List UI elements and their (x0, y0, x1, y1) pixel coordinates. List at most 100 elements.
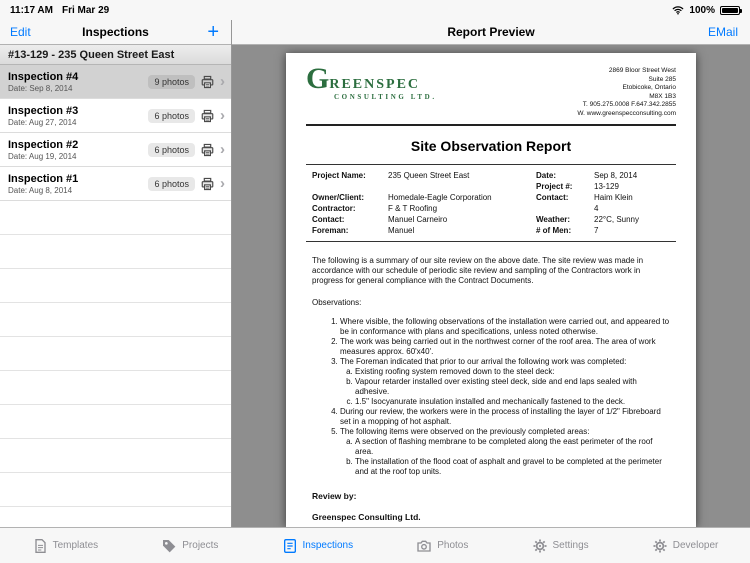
tab-developer[interactable]: Developer (652, 538, 719, 554)
header-divider (306, 124, 676, 126)
field-row: Contractor: F & T Roofing 4 (312, 203, 670, 214)
inspection-row-text: Inspection #2 Date: Aug 19, 2014 (8, 139, 148, 161)
inspection-row[interactable]: Inspection #4 Date: Sep 8, 2014 9 photos… (0, 65, 231, 99)
printer-icon[interactable] (200, 109, 215, 123)
field-value: 7 (594, 226, 599, 235)
tab-label: Settings (552, 540, 589, 551)
inspection-date: Date: Sep 8, 2014 (8, 83, 73, 93)
tab-templates[interactable]: Templates (32, 538, 99, 554)
field-label: Contact: (312, 215, 345, 224)
empty-list-row (0, 201, 231, 235)
main-split: Edit Inspections + #13-129 - 235 Queen S… (0, 20, 750, 527)
observation-subitem: A section of flashing membrane to be com… (355, 437, 670, 457)
app-screen: 11:17 AM Fri Mar 29 100% Edit Inspection… (0, 0, 750, 563)
battery-percent: 100% (689, 4, 715, 16)
company-address: 2869 Bloor Street West Suite 285 Etobicoke… (577, 67, 676, 118)
field-label: Owner/Client: (312, 193, 365, 202)
observation-sublist: Existing roofing system removed down to … (340, 367, 670, 407)
tab-bar: Templates Projects Inspections Photos Se… (0, 527, 750, 563)
document-area: G REENSPEC CONSULTING LTD. 2869 Bloor St… (232, 45, 750, 527)
field-row: Contact: Manuel Carneiro Weather: 22°C, … (312, 214, 670, 225)
empty-list-row (0, 507, 231, 527)
observation-sublist: A section of flashing membrane to be com… (340, 437, 670, 477)
field-label: Project #: (536, 182, 573, 191)
preview-title: Report Preview (447, 25, 535, 39)
field-value: 235 Queen Street East (388, 171, 470, 180)
status-right: 100% (672, 4, 742, 16)
tab-label: Photos (437, 540, 469, 551)
address-line: Etobicoke, Ontario (622, 84, 676, 91)
projects-icon (161, 538, 177, 554)
templates-icon (32, 538, 48, 554)
sidebar-title: Inspections (82, 25, 149, 39)
printer-icon[interactable] (200, 75, 215, 89)
empty-list-row (0, 303, 231, 337)
inspection-row[interactable]: Inspection #2 Date: Aug 19, 2014 6 photo… (0, 133, 231, 167)
field-value: Manuel (388, 226, 415, 235)
field-label: Date: (536, 171, 557, 180)
observation-item: The Foreman indicated that prior to our … (340, 357, 670, 407)
report-page: G REENSPEC CONSULTING LTD. 2869 Bloor St… (286, 53, 696, 527)
observation-item: Where visible, the following observation… (340, 317, 670, 337)
field-row: Project Name: 235 Queen Street East Date… (312, 170, 670, 181)
field-value: Sep 8, 2014 (594, 171, 638, 180)
field-value: Haim Klein (594, 193, 633, 202)
photos-icon (416, 538, 432, 554)
printer-icon[interactable] (200, 143, 215, 157)
battery-icon (720, 5, 742, 15)
field-value: Homedale-Eagle Corporation (388, 193, 492, 202)
empty-list-row (0, 235, 231, 269)
tab-projects[interactable]: Projects (161, 538, 218, 554)
address-line: 2869 Bloor Street West (608, 67, 676, 74)
empty-list-row (0, 439, 231, 473)
report-title: Site Observation Report (410, 138, 572, 154)
preview-navbar: Report Preview EMail (232, 20, 750, 45)
photos-count-badge: 9 photos (148, 74, 195, 89)
empty-list-row (0, 473, 231, 507)
photos-count-badge: 6 photos (148, 142, 195, 157)
observation-subitem: Existing roofing system removed down to … (355, 367, 670, 377)
printer-icon[interactable] (200, 177, 215, 191)
field-label: # of Men: (536, 226, 572, 235)
review-by-label: Review by: (312, 491, 357, 501)
chevron-right-icon: › (220, 73, 225, 90)
inspection-row[interactable]: Inspection #3 Date: Aug 27, 2014 6 photo… (0, 99, 231, 133)
field-value: 22°C, Sunny (594, 215, 640, 224)
status-left: 11:17 AM Fri Mar 29 (10, 5, 109, 16)
add-inspection-button[interactable]: + (207, 22, 231, 42)
tab-label: Templates (52, 540, 99, 551)
field-value: 4 (594, 204, 599, 213)
inspection-row[interactable]: Inspection #1 Date: Aug 8, 2014 6 photos… (0, 167, 231, 201)
field-label (536, 203, 594, 214)
field-row: Project #: 13-129 (312, 181, 670, 192)
tab-label: Developer (672, 540, 719, 551)
observations-label: Observations: (312, 298, 362, 307)
sidebar-navbar: Edit Inspections + (0, 20, 231, 45)
company-signature: Greenspec Consulting Ltd. (312, 512, 421, 522)
developer-icon (652, 538, 668, 554)
tab-label: Inspections (302, 540, 354, 551)
tab-photos[interactable]: Photos (416, 538, 468, 554)
edit-button[interactable]: Edit (0, 25, 31, 39)
empty-list-row (0, 269, 231, 303)
field-value: Manuel Carneiro (388, 215, 448, 224)
email-button[interactable]: EMail (708, 25, 750, 39)
chevron-right-icon: › (220, 107, 225, 124)
status-time: 11:17 AM (10, 4, 53, 16)
wifi-icon (672, 4, 684, 16)
logo-name: REENSPEC (329, 77, 421, 92)
company-logo: G REENSPEC CONSULTING LTD. (306, 62, 437, 102)
project-section-header: #13-129 - 235 Queen Street East (0, 45, 231, 65)
field-label: Project Name: (312, 171, 366, 180)
field-value: F & T Roofing (388, 204, 438, 213)
inspection-title: Inspection #1 (8, 172, 79, 185)
logo-initial: G (306, 62, 330, 95)
tab-inspections[interactable]: Inspections (282, 538, 354, 554)
empty-list-row (0, 371, 231, 405)
tab-settings[interactable]: Settings (532, 538, 589, 554)
status-bar: 11:17 AM Fri Mar 29 100% (0, 0, 750, 20)
document-header: G REENSPEC CONSULTING LTD. 2869 Bloor St… (306, 62, 676, 118)
observation-subitem: The installation of the flood coat of as… (355, 457, 670, 477)
field-label: Weather: (536, 215, 571, 224)
inspection-date: Date: Aug 27, 2014 (8, 117, 77, 127)
